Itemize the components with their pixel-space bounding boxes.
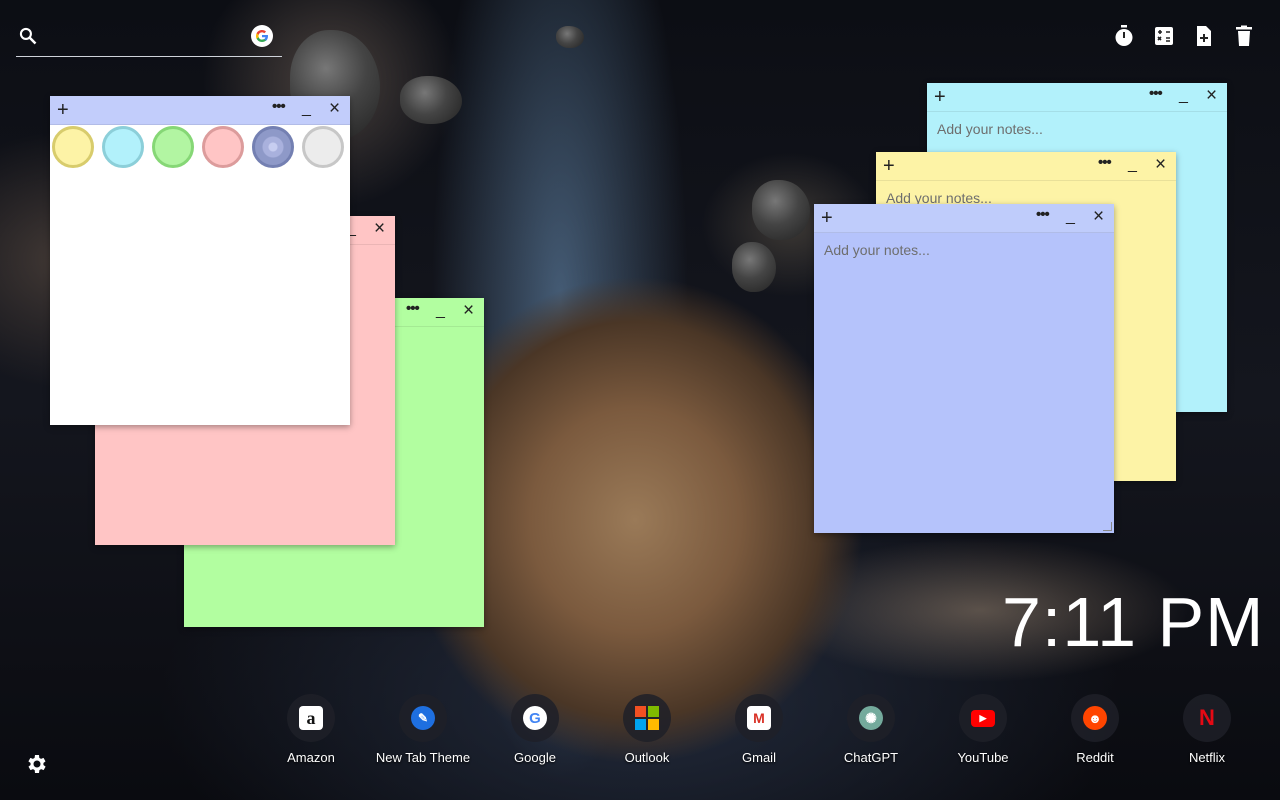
trash-icon <box>1236 25 1252 46</box>
more-icon[interactable]: ••• <box>1098 152 1112 174</box>
google-icon[interactable] <box>251 25 273 47</box>
close-icon[interactable]: × <box>374 217 385 241</box>
google-icon[interactable]: G <box>511 694 559 742</box>
asteroid-decoration <box>732 242 776 292</box>
amazon-icon[interactable]: a <box>287 694 335 742</box>
color-swatch-pink[interactable] <box>202 126 244 168</box>
shortcut-label: New Tab Theme <box>375 750 471 765</box>
note-titlebar[interactable]: + ••• _ × <box>927 83 1227 112</box>
note-textarea[interactable]: Add your notes... <box>824 242 930 258</box>
note-textarea[interactable]: Add your notes... <box>937 121 1043 137</box>
new-tab-theme-icon[interactable]: ✎ <box>399 694 447 742</box>
search-icon <box>19 27 37 45</box>
add-note-icon[interactable]: + <box>883 154 895 178</box>
close-icon[interactable]: × <box>1093 205 1104 229</box>
close-icon[interactable]: × <box>1206 84 1217 108</box>
shortcut-label: Reddit <box>1076 750 1114 765</box>
chatgpt-icon[interactable]: ✺ <box>847 694 895 742</box>
close-icon[interactable]: × <box>329 97 340 121</box>
search-bar[interactable] <box>16 22 282 57</box>
minimize-icon[interactable]: _ <box>1179 84 1188 108</box>
add-note-button[interactable] <box>1192 24 1216 48</box>
sticky-note-white[interactable]: + ••• _ × <box>50 96 350 425</box>
add-note-icon[interactable]: + <box>934 85 946 109</box>
shortcut-label: ChatGPT <box>843 750 899 765</box>
asteroid-decoration <box>752 180 810 240</box>
settings-button[interactable] <box>24 752 48 776</box>
outlook-icon[interactable] <box>623 694 671 742</box>
shortcut-new-tab-theme[interactable]: ✎ New Tab Theme <box>368 694 478 765</box>
add-note-icon <box>1197 26 1211 46</box>
close-icon[interactable]: × <box>463 299 474 323</box>
delete-all-button[interactable] <box>1232 24 1256 48</box>
shortcut-netflix[interactable]: N Netflix <box>1152 694 1262 765</box>
shortcut-outlook[interactable]: Outlook <box>592 694 702 765</box>
more-icon[interactable]: ••• <box>272 96 286 118</box>
calculator-icon <box>1155 27 1173 45</box>
shortcut-youtube[interactable]: ▶ YouTube <box>928 694 1038 765</box>
add-note-icon[interactable]: + <box>821 206 833 230</box>
shortcut-reddit[interactable]: ☻ Reddit <box>1040 694 1150 765</box>
sticky-note-blue[interactable]: + ••• _ × Add your notes... <box>814 204 1114 533</box>
color-swatch-yellow[interactable] <box>52 126 94 168</box>
shortcut-chatgpt[interactable]: ✺ ChatGPT <box>816 694 926 765</box>
note-titlebar[interactable]: + ••• _ × <box>50 96 350 125</box>
asteroid-decoration <box>400 76 462 124</box>
note-titlebar[interactable]: + ••• _ × <box>814 204 1114 233</box>
minimize-icon[interactable]: _ <box>1066 205 1075 229</box>
reddit-icon[interactable]: ☻ <box>1071 694 1119 742</box>
note-titlebar[interactable]: + ••• _ × <box>876 152 1176 181</box>
gmail-icon[interactable]: M <box>735 694 783 742</box>
search-input[interactable] <box>50 24 254 52</box>
color-swatch-green[interactable] <box>152 126 194 168</box>
minimize-icon[interactable]: _ <box>1128 153 1137 177</box>
shortcut-label: Google <box>514 750 556 765</box>
shortcut-amazon[interactable]: a Amazon <box>256 694 366 765</box>
shortcut-label: YouTube <box>957 750 1009 765</box>
shortcut-label: Netflix <box>1188 750 1226 765</box>
shortcut-label: Outlook <box>624 750 670 765</box>
calculator-button[interactable] <box>1152 24 1176 48</box>
color-swatch-blue[interactable] <box>252 126 294 168</box>
clock: 7:11 PM <box>1002 583 1265 661</box>
shortcut-gmail[interactable]: M Gmail <box>704 694 814 765</box>
close-icon[interactable]: × <box>1155 153 1166 177</box>
shortcut-label: Amazon <box>287 750 335 765</box>
more-icon[interactable]: ••• <box>1036 204 1050 226</box>
color-swatch-cyan[interactable] <box>102 126 144 168</box>
shortcut-google[interactable]: G Google <box>480 694 590 765</box>
youtube-icon[interactable]: ▶ <box>959 694 1007 742</box>
minimize-icon[interactable]: _ <box>436 299 445 323</box>
shortcut-label: Gmail <box>742 750 776 765</box>
more-icon[interactable]: ••• <box>1149 83 1163 105</box>
timer-button[interactable] <box>1112 24 1136 48</box>
timer-icon <box>1115 25 1133 46</box>
netflix-icon[interactable]: N <box>1183 694 1231 742</box>
gear-icon <box>28 755 46 773</box>
resize-handle[interactable] <box>1103 522 1112 531</box>
color-swatch-white[interactable] <box>302 126 344 168</box>
minimize-icon[interactable]: _ <box>302 97 311 121</box>
asteroid-decoration <box>556 26 584 48</box>
more-icon[interactable]: ••• <box>406 298 420 320</box>
add-note-icon[interactable]: + <box>57 98 69 122</box>
